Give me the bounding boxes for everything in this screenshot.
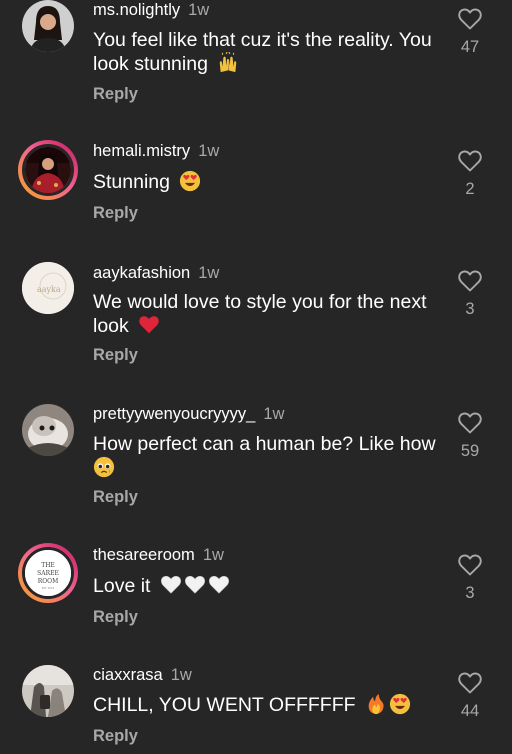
comment-body: CHILL, YOU WENT OFFFFFF <box>93 694 356 716</box>
username[interactable]: prettyywenyoucryyyy_ <box>93 405 255 423</box>
brand-logo-icon: aayka <box>22 262 74 314</box>
comment-meta: ms.nolightly 1w <box>93 0 209 20</box>
like-count: 3 <box>465 584 475 602</box>
avatar[interactable] <box>22 0 74 52</box>
timestamp: 1w <box>198 264 220 282</box>
timestamp: 1w <box>202 546 224 564</box>
like-count: 3 <box>465 300 475 318</box>
comment-meta: prettyywenyoucryyyy_ 1w <box>93 404 284 424</box>
username[interactable]: hemali.mistry <box>93 142 190 160</box>
avatar-photo <box>25 147 71 193</box>
username[interactable]: aaykafashion <box>93 264 190 282</box>
white-heart-emoji-icon <box>184 575 205 594</box>
timestamp: 1w <box>170 666 192 684</box>
pleading-tear-emoji-icon <box>93 456 115 478</box>
heart-outline-icon[interactable] <box>458 554 482 576</box>
reply-button[interactable]: Reply <box>93 608 138 627</box>
timestamp: 1w <box>188 1 210 19</box>
comment-item: prettyywenyoucryyyy_ 1w How perfect can a… <box>0 404 512 514</box>
avatar[interactable]: aayka <box>22 262 74 314</box>
like-count: 47 <box>460 38 480 56</box>
timestamp: 1w <box>198 142 220 160</box>
heart-outline-icon[interactable] <box>458 8 482 30</box>
username[interactable]: ciaxxrasa <box>93 666 163 684</box>
svg-text:SAREE: SAREE <box>37 570 59 577</box>
avatar-photo <box>22 665 74 717</box>
reply-button[interactable]: Reply <box>93 346 138 365</box>
like-button[interactable]: 44 <box>452 672 488 721</box>
comment-item: hemali.mistry 1w Stunning Reply 2 <box>0 140 512 240</box>
like-button[interactable]: 47 <box>452 8 488 57</box>
heart-outline-icon[interactable] <box>458 412 482 434</box>
reply-button[interactable]: Reply <box>93 85 138 104</box>
comment-item: ms.nolightly 1w You feel like that cuz it… <box>0 0 512 120</box>
avatar-photo <box>22 404 74 456</box>
like-count: 59 <box>460 442 480 460</box>
like-button[interactable]: 3 <box>452 554 488 603</box>
comment-text: We would love to style you for the next … <box>93 291 443 338</box>
comment-item: THE SAREE ROOM EST. 2019 thesareeroom 1w … <box>0 543 512 643</box>
comment-item: aayka aaykafashion 1w We would love to st… <box>0 262 512 372</box>
heart-outline-icon[interactable] <box>458 150 482 172</box>
avatar[interactable] <box>22 665 74 717</box>
svg-text:aayka: aayka <box>37 285 61 294</box>
heart-outline-icon[interactable] <box>458 672 482 694</box>
avatar-photo <box>22 0 74 52</box>
comment-body: Stunning <box>93 171 170 193</box>
reply-button[interactable]: Reply <box>93 204 138 223</box>
like-button[interactable]: 2 <box>452 150 488 199</box>
fire-emoji-icon <box>368 693 384 715</box>
username[interactable]: ms.nolightly <box>93 1 180 19</box>
comment-meta: hemali.mistry 1w <box>93 141 219 161</box>
comment-body: You feel like that cuz it's the reality.… <box>93 29 432 75</box>
heart-eyes-emoji-icon <box>389 693 411 715</box>
heart-outline-icon[interactable] <box>458 270 482 292</box>
comment-text: Love it <box>93 574 443 598</box>
white-heart-emoji-icon <box>208 575 229 594</box>
comment-meta: thesareeroom 1w <box>93 545 224 565</box>
comment-text: You feel like that cuz it's the reality.… <box>93 29 443 76</box>
comment-meta: ciaxxrasa 1w <box>93 665 192 685</box>
comment-meta: aaykafashion 1w <box>93 263 219 283</box>
red-heart-emoji-icon <box>139 316 159 334</box>
comment-text: How perfect can a human be? Like how <box>93 433 443 480</box>
brand-logo-icon: THE SAREE ROOM EST. 2019 <box>25 550 71 596</box>
like-button[interactable]: 59 <box>452 412 488 461</box>
svg-text:ROOM: ROOM <box>38 578 59 585</box>
username[interactable]: thesareeroom <box>93 546 195 564</box>
white-heart-emoji-icon <box>160 575 181 594</box>
raising-hands-emoji-icon <box>220 52 237 73</box>
reply-button[interactable]: Reply <box>93 488 138 507</box>
timestamp: 1w <box>263 405 285 423</box>
svg-text:EST. 2019: EST. 2019 <box>42 586 55 590</box>
comment-body: How perfect can a human be? Like how <box>93 433 436 455</box>
heart-eyes-emoji-icon <box>180 170 201 192</box>
avatar[interactable] <box>22 404 74 456</box>
comment-text: CHILL, YOU WENT OFFFFFF <box>93 693 443 717</box>
avatar[interactable] <box>18 140 78 200</box>
svg-text:THE: THE <box>41 562 55 569</box>
comment-item: ciaxxrasa 1w CHILL, YOU WENT OFFFFFF Repl… <box>0 664 512 754</box>
comment-body: Love it <box>93 575 151 597</box>
comment-text: Stunning <box>93 170 443 194</box>
avatar[interactable]: THE SAREE ROOM EST. 2019 <box>18 543 78 603</box>
like-button[interactable]: 3 <box>452 270 488 319</box>
like-count: 2 <box>465 180 475 198</box>
reply-button[interactable]: Reply <box>93 727 138 746</box>
like-count: 44 <box>460 702 480 720</box>
